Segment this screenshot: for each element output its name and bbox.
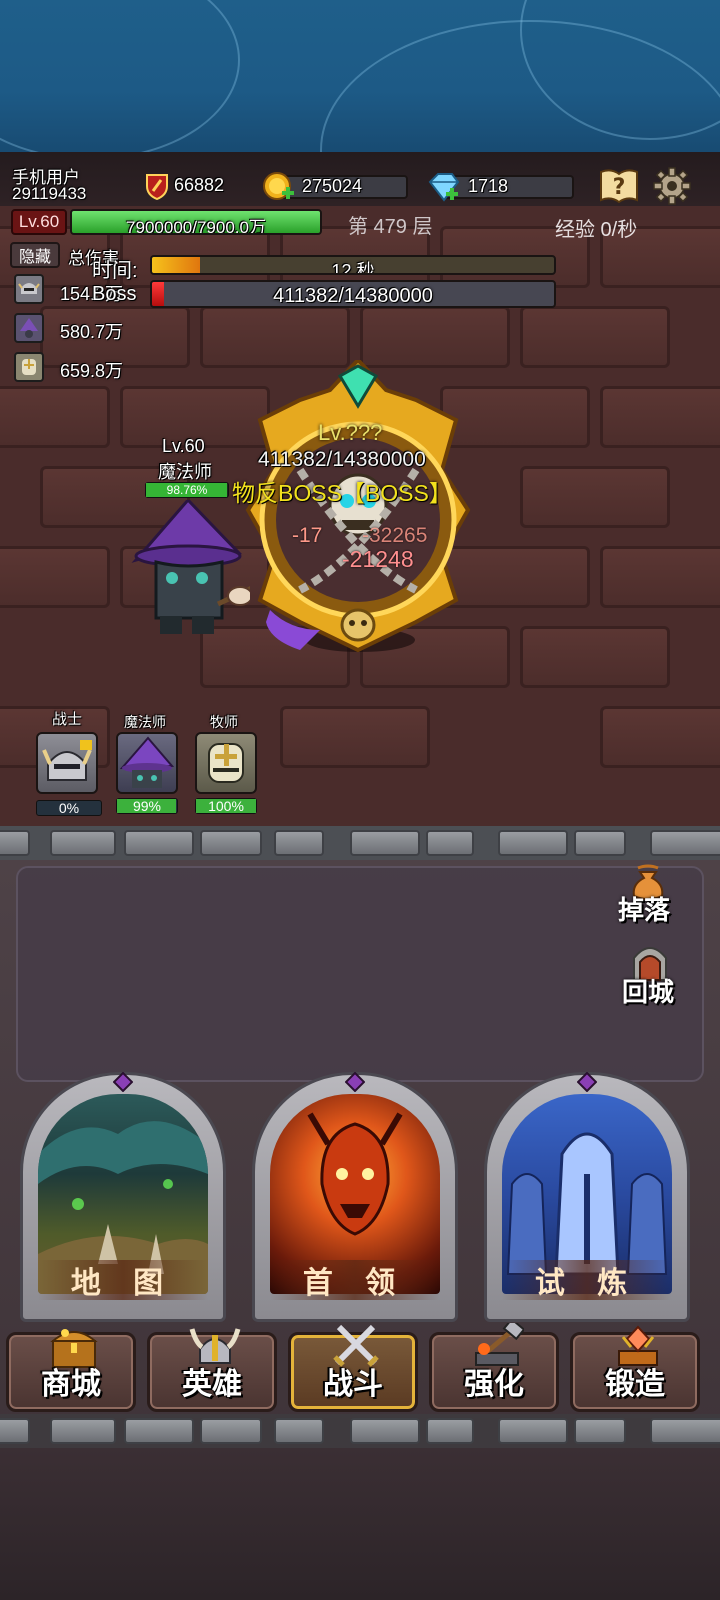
nav-shop-label: 商城 <box>41 1368 101 1401</box>
nav-shop-button[interactable]: 商城 <box>6 1329 136 1412</box>
map-card[interactable]: 地 图 <box>20 1072 226 1322</box>
warrior-portrait-icon <box>14 274 44 304</box>
damage-number: -32265 <box>362 524 428 547</box>
boss-card[interactable]: 首 领 <box>252 1072 458 1322</box>
boss-portrait[interactable] <box>230 357 485 660</box>
hide-button[interactable]: 隐藏 <box>10 242 60 268</box>
player-level-badge: Lv.60 <box>11 209 67 235</box>
damage-number: -21248 <box>342 546 414 572</box>
drops-button[interactable]: 掉落 <box>614 862 680 938</box>
bottom-floor <box>0 1448 720 1600</box>
bottom-stone-wall <box>0 1414 720 1448</box>
nav-hero-button[interactable]: 英雄 <box>147 1328 277 1412</box>
timer-bar: 12 秒 <box>150 255 556 275</box>
gem-ornament-icon <box>577 1072 597 1092</box>
nav-battle-button[interactable]: 战斗 <box>288 1324 418 1412</box>
nav-enhance-button[interactable]: 强化 <box>429 1317 559 1412</box>
gold-coin-plus-icon[interactable] <box>262 170 296 204</box>
mage-unit-name: 魔法师 <box>158 462 212 482</box>
damage-number: -17 <box>292 524 323 547</box>
power-shield-icon <box>145 172 169 200</box>
timer-value: 12 秒 <box>331 261 375 275</box>
timer-label: 时间: <box>92 260 138 282</box>
warrior-helmet-icon <box>42 740 92 781</box>
team-name-priest: 牧师 <box>210 714 238 730</box>
return-town-label: 回城 <box>622 977 675 1007</box>
boss-hp-text: 411382/14380000 <box>273 285 433 307</box>
team-slot-warrior[interactable] <box>36 732 98 794</box>
battle-log-panel[interactable] <box>16 866 704 1082</box>
nav-forge-button[interactable]: 锻造 <box>570 1325 700 1412</box>
priest-helmet-icon <box>208 743 244 783</box>
mage-unit-hp-bar: 98.76% <box>145 482 229 498</box>
nav-forge-label: 锻造 <box>605 1368 665 1401</box>
gem-ornament-icon <box>113 1072 133 1092</box>
team-percent-warrior: 0% <box>58 800 80 816</box>
drops-label: 掉落 <box>618 895 671 925</box>
trial-card[interactable]: 试 炼 <box>484 1072 690 1322</box>
mage-portrait-icon <box>14 313 44 343</box>
team-name-mage: 魔法师 <box>124 714 166 730</box>
priest-portrait-icon <box>14 352 44 382</box>
quest-book-icon[interactable]: ? <box>597 166 641 206</box>
gold-value: 275024 <box>302 176 363 196</box>
nav-hero-label: 英雄 <box>182 1368 242 1401</box>
power-value: 66882 <box>174 175 225 195</box>
nav-enhance-label: 强化 <box>464 1368 524 1401</box>
team-bar-mage: 99% <box>116 798 178 814</box>
exp-rate-label: 经验 0/秒 <box>555 219 638 241</box>
nav-battle-label: 战斗 <box>323 1368 383 1401</box>
boss-card-label: 首 领 <box>270 1260 440 1300</box>
top-background <box>0 0 720 152</box>
team-slot-priest[interactable] <box>195 732 257 794</box>
trial-card-label: 试 炼 <box>502 1260 672 1300</box>
damage-value-mage: 580.7万 <box>60 322 124 342</box>
team-name-warrior: 战士 <box>52 711 83 728</box>
gem-ornament-icon <box>345 1072 365 1092</box>
team-percent-mage: 99% <box>132 798 162 814</box>
boss-hp-bar: 411382/14380000 <box>150 280 556 308</box>
boss-level: Lv.??? <box>318 420 383 445</box>
map-card-label: 地 图 <box>38 1260 208 1300</box>
return-town-button[interactable]: 回城 <box>618 942 684 1018</box>
team-bar-priest: 100% <box>195 798 257 814</box>
boss-name: 物反BOSS【BOSS】 <box>232 480 452 506</box>
floor-label: 第 479 层 <box>348 216 433 238</box>
mage-hat-icon <box>119 736 175 788</box>
player-hp-text: 7900000/7900.0万 <box>126 218 266 235</box>
player-hp-bar: 7900000/7900.0万 <box>70 209 322 235</box>
mage-unit-hp-text: 98.76% <box>166 483 208 497</box>
boss-hp-overhead: 411382/14380000 <box>258 448 426 471</box>
team-percent-priest: 100% <box>208 798 244 814</box>
team-slot-mage[interactable] <box>116 732 178 794</box>
svg-text:?: ? <box>613 175 626 200</box>
diamond-plus-icon[interactable] <box>426 170 462 204</box>
diamond-value: 1718 <box>468 176 509 196</box>
player-id: 29119433 <box>12 184 87 203</box>
damage-value-priest: 659.8万 <box>60 361 124 381</box>
team-bar-warrior: 0% <box>36 800 102 816</box>
settings-gear-icon[interactable] <box>652 166 692 206</box>
boss-hp-label: Boss <box>92 283 137 305</box>
stone-wall-divider <box>0 826 720 860</box>
mage-unit-level: Lv.60 <box>162 436 205 456</box>
diamond-bar <box>444 175 574 199</box>
